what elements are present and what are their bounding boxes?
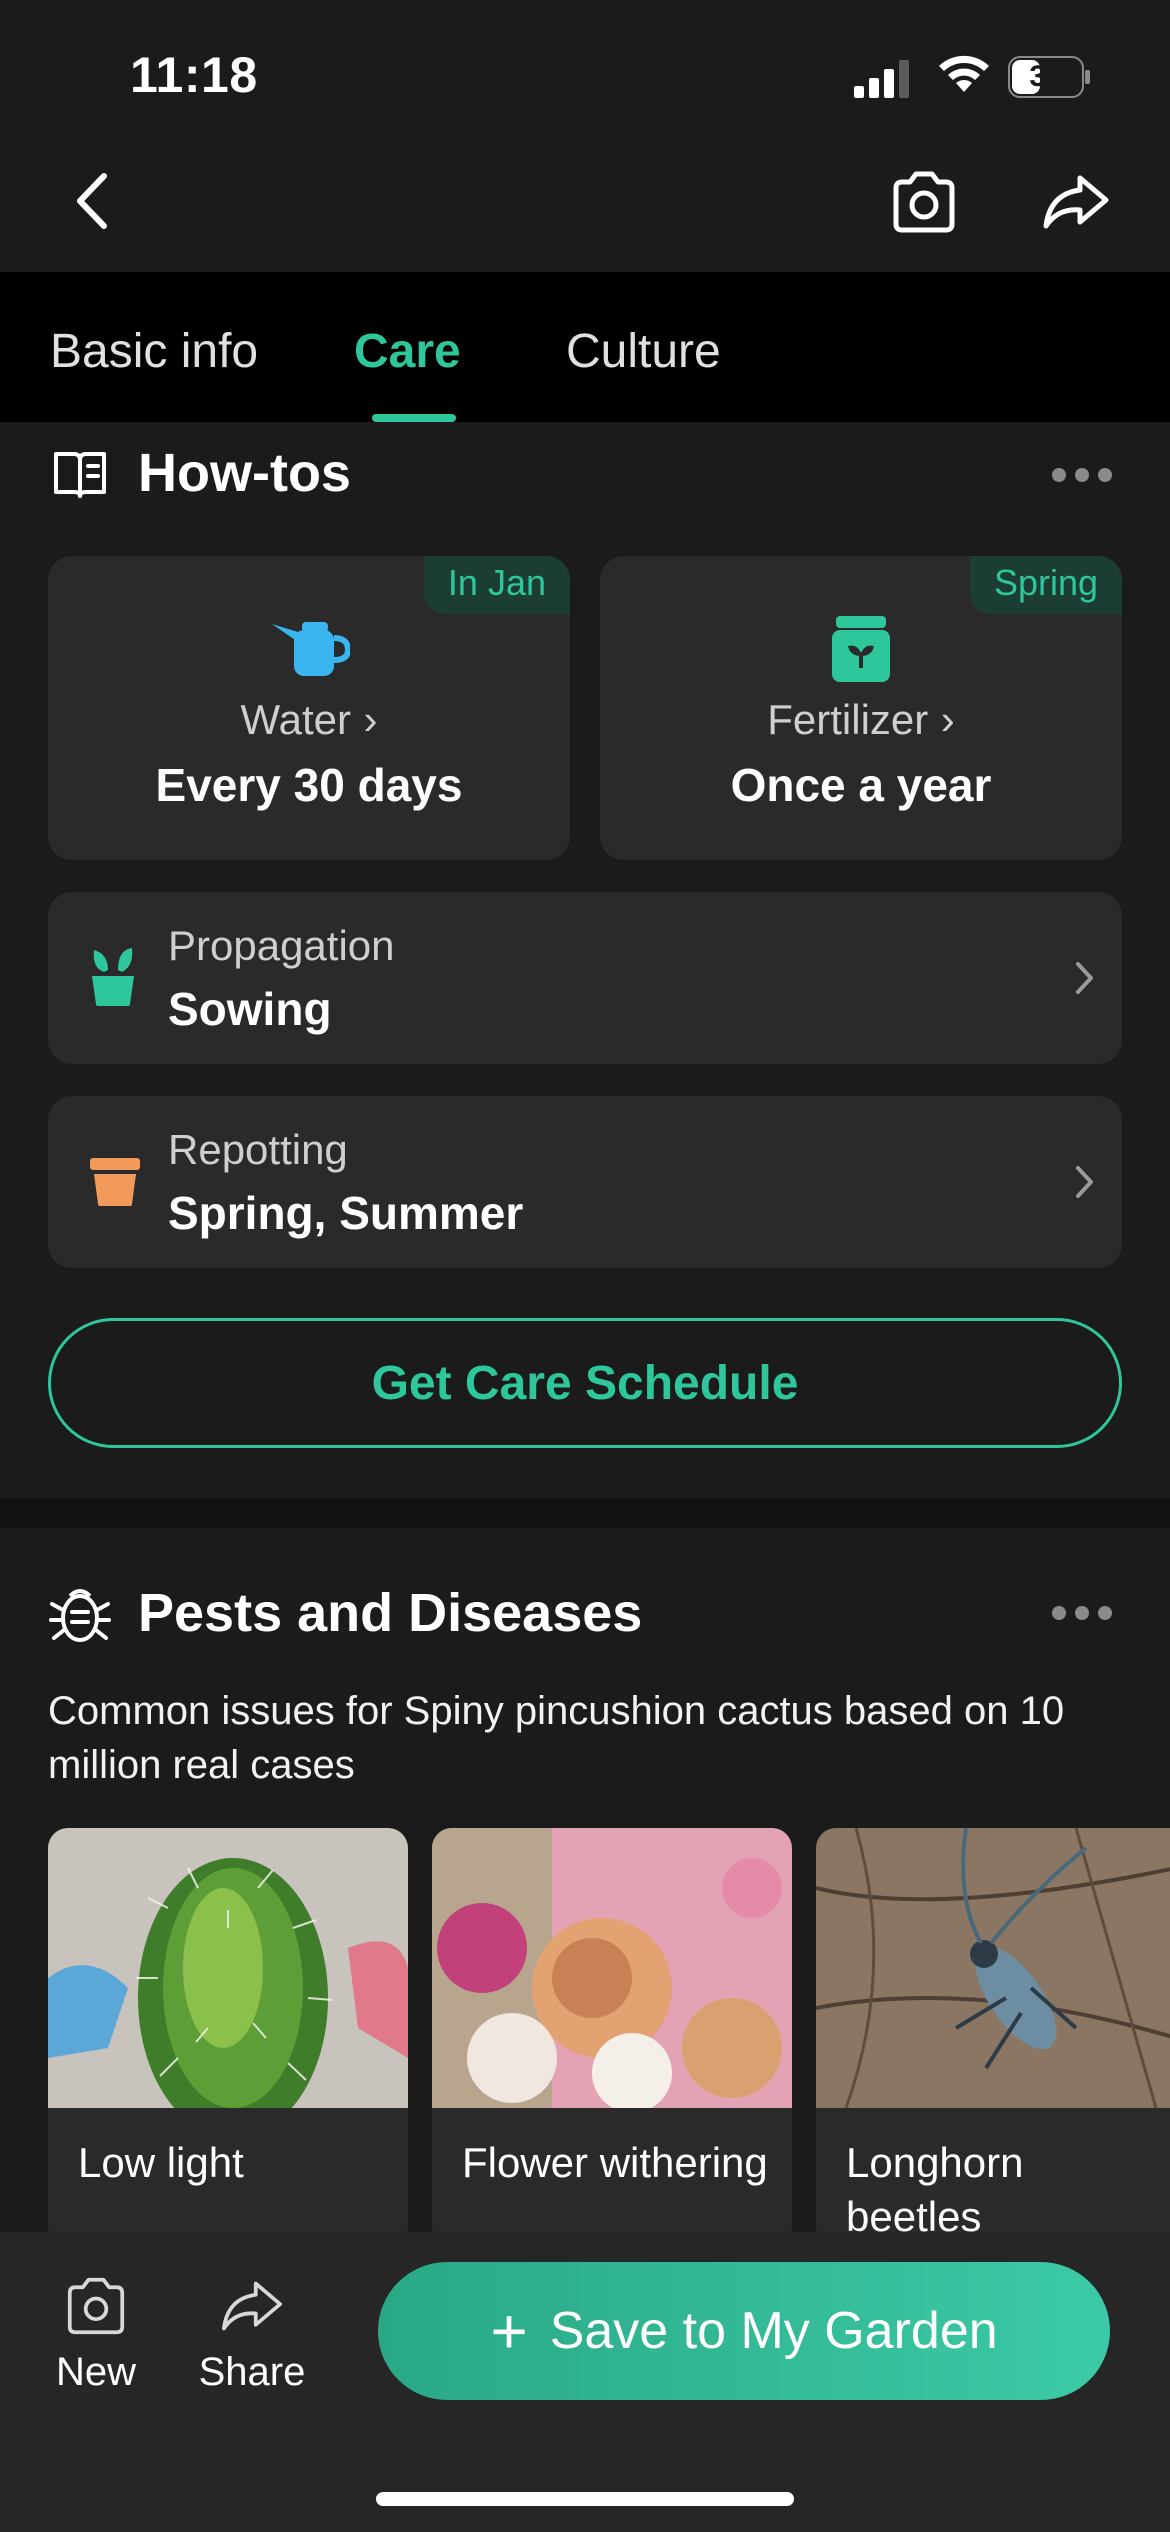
bottom-action-bar: New Share + Save to My Garden [0, 2232, 1170, 2532]
save-label: Save to My Garden [549, 2302, 998, 2360]
propagation-chevron-icon [1076, 962, 1093, 994]
active-tab-indicator [372, 414, 456, 422]
water-label: Water [240, 696, 351, 743]
book-icon [54, 452, 106, 498]
signal-icon [854, 60, 909, 98]
propagation-value: Sowing [168, 983, 332, 1035]
battery-level: 32 [1029, 60, 1063, 93]
share-icon [222, 2281, 282, 2331]
repotting-chevron-icon [1076, 1166, 1093, 1198]
share-icon[interactable] [1040, 170, 1112, 234]
home-indicator [376, 2492, 794, 2506]
issue-card-low-light[interactable]: Low light [48, 1828, 408, 2248]
tab-culture[interactable]: Culture [566, 324, 721, 379]
propagation-row[interactable]: Propagation Sowing [48, 892, 1122, 1064]
howtos-title: How-tos [138, 443, 351, 503]
beetle-photo [816, 1828, 1170, 2108]
pests-description: Common issues for Spiny pincushion cactu… [48, 1689, 1065, 1787]
issue-card-flower-withering[interactable]: Flower withering [432, 1828, 792, 2248]
repotting-value: Spring, Summer [168, 1187, 524, 1239]
sprout-pot-icon [92, 948, 134, 1006]
camera-icon[interactable] [888, 168, 960, 236]
cactus-photo [48, 1828, 408, 2108]
back-chevron-icon[interactable] [64, 166, 124, 236]
fertilizer-value: Once a year [730, 759, 992, 811]
battery-icon: 32 [1008, 56, 1092, 98]
fertilizer-badge: Spring [969, 556, 1122, 614]
new-label: New [55, 2350, 137, 2394]
repotting-row[interactable]: Repotting Spring, Summer [48, 1096, 1122, 1268]
water-chevron-icon: › [363, 696, 378, 743]
save-to-my-garden-button[interactable]: + Save to My Garden [378, 2262, 1110, 2400]
water-card[interactable]: In Jan Water › Every 30 days [48, 556, 570, 860]
tab-bar: Basic info Care Culture [0, 272, 1170, 422]
share-label: Share [198, 2350, 306, 2394]
issue-label: Longhorn beetles [846, 2139, 1024, 2240]
new-button[interactable]: New [26, 2276, 166, 2395]
status-bar: 11:18 32 [0, 0, 1170, 140]
fertilizer-card[interactable]: Spring Fertilizer › Once a year [600, 556, 1122, 860]
issue-label: Flower withering [462, 2139, 768, 2186]
issue-label: Low light [78, 2139, 244, 2186]
fertilizer-label: Fertilizer [767, 696, 929, 743]
camera-icon [67, 2277, 125, 2335]
bug-icon [49, 1589, 111, 1642]
propagation-label: Propagation [168, 922, 395, 969]
fertilizer-chevron-icon: › [940, 696, 955, 743]
get-care-schedule-button[interactable]: Get Care Schedule [48, 1318, 1122, 1448]
fertilizer-bag-icon [832, 616, 890, 682]
plus-icon: + [490, 2295, 528, 2367]
pests-more-icon[interactable] [1052, 1606, 1112, 1622]
pests-title: Pests and Diseases [138, 1583, 643, 1643]
share-button[interactable]: Share [182, 2276, 322, 2395]
water-badge: In Jan [423, 556, 570, 614]
repotting-label: Repotting [168, 1126, 348, 1173]
tab-basic-info[interactable]: Basic info [50, 324, 258, 379]
wifi-icon [939, 55, 989, 92]
flowers-photo [432, 1828, 792, 2108]
flower-pot-icon [90, 1158, 140, 1206]
status-time: 11:18 [130, 47, 258, 103]
watering-can-icon [272, 622, 350, 676]
water-value: Every 30 days [155, 759, 463, 811]
section-divider [0, 1498, 1170, 1528]
howtos-more-icon[interactable] [1052, 468, 1112, 484]
issue-card-longhorn-beetles[interactable]: Longhorn beetles [816, 1828, 1170, 2248]
tab-care[interactable]: Care [354, 324, 461, 379]
